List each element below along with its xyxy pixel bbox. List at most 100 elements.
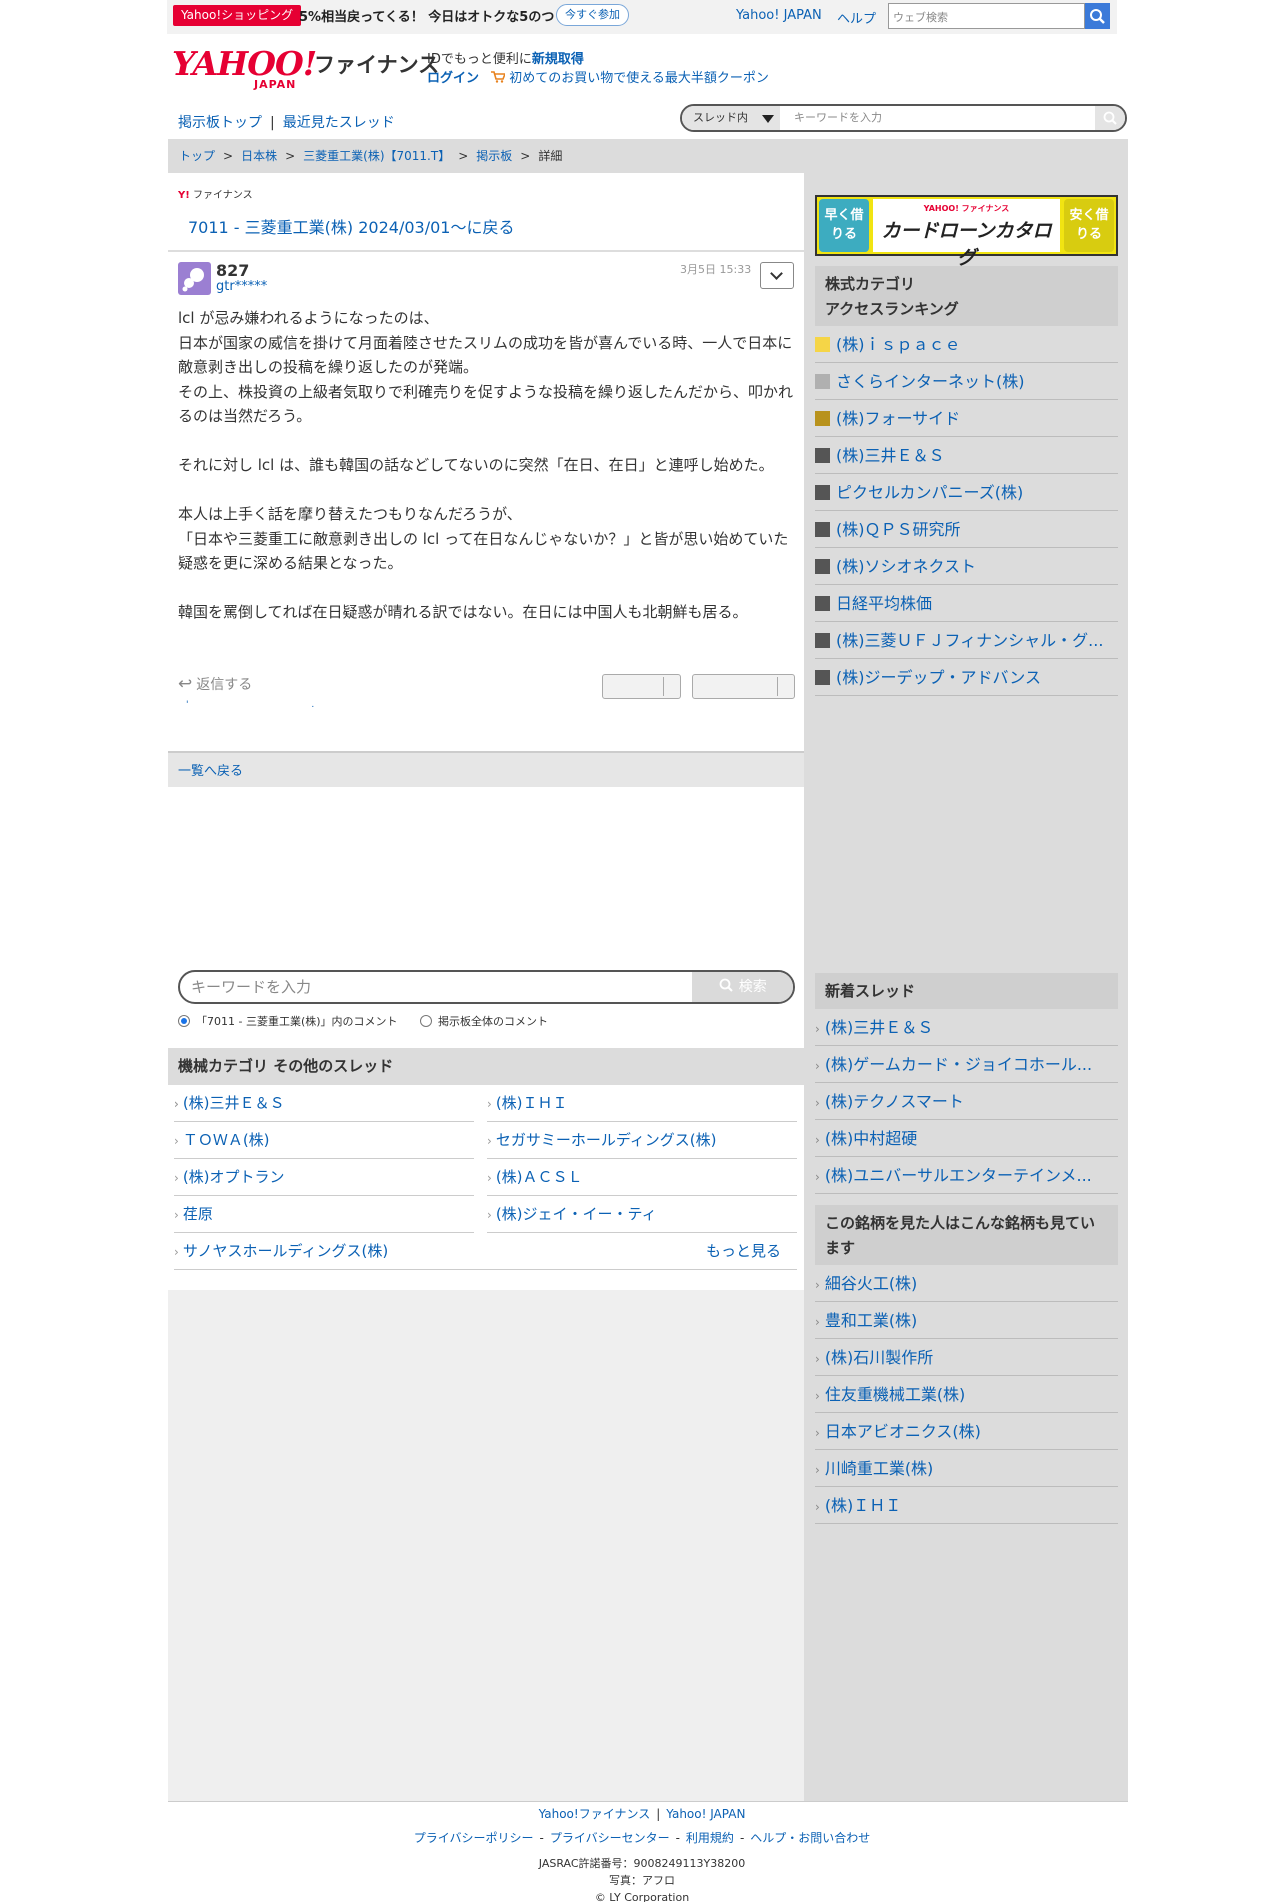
ranking-item[interactable]: (株)三井Ｅ＆Ｓ (815, 437, 1118, 474)
thread-search-input[interactable]: キーワードを入力 (794, 106, 882, 130)
footer-finance-link[interactable]: Yahoo!ファイナンス (539, 1807, 651, 1821)
radio-unchecked[interactable] (420, 1015, 432, 1027)
thread-search-button[interactable] (1095, 106, 1125, 130)
list-item-label: (株)ソシオネクスト (836, 557, 977, 576)
list-item-label: (株)ゲームカード・ジョイコホール... (824, 1055, 1093, 1074)
chevron-down-icon (770, 267, 783, 280)
list-item-label: (株)ＱＰＳ研究所 (836, 520, 961, 539)
keyword-search-box: キーワードを入力 検索 (178, 970, 795, 1004)
also-item[interactable]: 日本アビオニクス(株) (815, 1413, 1118, 1450)
also-item[interactable]: 豊和工業(株) (815, 1302, 1118, 1339)
privacy-policy-link[interactable]: プライバシーポリシー (414, 1831, 534, 1845)
avatar (178, 262, 211, 295)
rank-marker-icon (815, 337, 830, 352)
breadcrumb-board[interactable]: 掲示板 (476, 149, 512, 163)
ranking-item[interactable]: (株)フォーサイド (815, 400, 1118, 437)
promo-text[interactable]: 5%相当戻ってくる！ 今日はオトクな5のつく日 (299, 6, 580, 25)
also-item[interactable]: (株)ＩＨＩ (815, 1487, 1118, 1524)
keyword-search-input[interactable]: キーワードを入力 (191, 972, 311, 1002)
other-thread-item[interactable]: (株)ＡＣＳＬ (487, 1159, 797, 1196)
list-item-label: 日経平均株価 (836, 594, 933, 613)
photo-credit: 写真：アフロ (609, 1874, 675, 1887)
rank-marker-icon (815, 374, 830, 389)
service-name[interactable]: ファイナンス (314, 49, 439, 79)
more-threads-link[interactable]: もっと見る (706, 1233, 781, 1270)
list-item-label: (株)ジーデップ・アドバンス (836, 668, 1041, 687)
ranking-item[interactable]: 日経平均株価 (815, 585, 1118, 622)
other-thread-item[interactable]: セガサミーホールディングス(株) (487, 1122, 797, 1159)
search-icon (1090, 9, 1105, 24)
board-top-link[interactable]: 掲示板トップ (178, 115, 262, 131)
other-thread-item[interactable]: (株)オプトラン (174, 1159, 474, 1196)
ranking-item[interactable]: (株)ＱＰＳ研究所 (815, 511, 1118, 548)
id-promo: IDでもっと便利に新規取得 (427, 48, 584, 67)
list-item-label: (株)ＩＨＩ (824, 1496, 902, 1515)
card-loan-banner[interactable]: 早く借りる YAHOO! ファイナンス カードローンカタログ 安く借りる (815, 195, 1118, 269)
back-list-bar (168, 751, 804, 787)
also-item[interactable]: (株)石川製作所 (815, 1339, 1118, 1376)
breadcrumb-top[interactable]: トップ (179, 149, 215, 163)
rank-marker-icon (815, 448, 830, 463)
promo-join-button[interactable]: 今すぐ参加 (556, 4, 629, 26)
like-button[interactable] (602, 674, 681, 699)
post-menu-button[interactable] (760, 262, 794, 289)
list-item-label: (株)テクノスマート (824, 1092, 964, 1111)
keyword-search-button[interactable]: 検索 (692, 972, 793, 1002)
back-to-list-link[interactable]: 一覧へ戻る (178, 760, 243, 779)
also-item[interactable]: 細谷火工(株) (815, 1265, 1118, 1302)
new-item[interactable]: (株)中村超硬 (815, 1120, 1118, 1157)
yahoo-logo[interactable]: YAHOO! JAPAN (172, 44, 317, 92)
ranking-item[interactable]: (株)ｉｓｐａｃｅ (815, 326, 1118, 363)
logo-text: YAHOO! (172, 44, 317, 83)
coupon-link[interactable]: 初めてのお買い物で使える最大半額クーポン (509, 71, 769, 86)
yahoo-japan-link[interactable]: Yahoo! JAPAN (736, 8, 822, 23)
also-item[interactable]: 川崎重工業(株) (815, 1450, 1118, 1487)
signup-link[interactable]: 新規取得 (532, 52, 584, 67)
radio-checked[interactable] (178, 1015, 190, 1027)
footer-divider (168, 1801, 1128, 1802)
ranking-item[interactable]: さくらインターネット(株) (815, 363, 1118, 400)
new-item[interactable]: (株)三井Ｅ＆Ｓ (815, 1009, 1118, 1046)
banner-sub: YAHOO! ファイナンス (923, 204, 1010, 213)
post-body: lcl が忌み嫌われるようになったのは、 日本が国家の威信を掛けて月面着陸させた… (178, 306, 798, 649)
other-thread-item[interactable]: (株)ジェイ・イー・ティ (487, 1196, 797, 1233)
login-link[interactable]: ログイン (427, 71, 479, 86)
new-item[interactable]: (株)ゲームカード・ジョイコホール... (815, 1046, 1118, 1083)
web-search-button[interactable] (1085, 3, 1110, 29)
thread-search-box: スレッド内 キーワードを入力 (680, 104, 1127, 132)
ranking-item[interactable]: ピクセルカンパニーズ(株) (815, 474, 1118, 511)
web-search-input[interactable]: ウェブ検索 (888, 3, 1085, 29)
back-to-thread-link[interactable]: 7011 - 三菱重工業(株) 2024/03/01〜に戻る (188, 214, 514, 238)
breadcrumb-stock[interactable]: 三菱重工業(株)【7011.T】 (303, 149, 450, 163)
ranking-item[interactable]: (株)ジーデップ・アドバンス (815, 659, 1118, 696)
privacy-center-link[interactable]: プライバシーセンター (550, 1831, 670, 1845)
help-link[interactable]: ヘルプ (837, 8, 876, 27)
ranking-item[interactable]: (株)三菱ＵＦＪフィナンシャル・グ... (815, 622, 1118, 659)
other-thread-item[interactable]: ＴＯＷＡ(株) (174, 1122, 474, 1159)
post-paragraph: 韓国を罵倒してれば在日疑惑が晴れる訳ではない。在日には中国人も北朝鮮も居る。 (178, 603, 748, 621)
ranking-item[interactable]: (株)ソシオネクスト (815, 548, 1118, 585)
terms-link[interactable]: 利用規約 (686, 1831, 734, 1845)
breadcrumb-japan-stocks[interactable]: 日本株 (241, 149, 277, 163)
footer-yahoo-link[interactable]: Yahoo! JAPAN (666, 1807, 745, 1821)
other-thread-item[interactable]: 荏原 (174, 1196, 474, 1233)
radio-all-comments[interactable]: 掲示板全体のコメント (420, 1013, 548, 1029)
logo-japan: JAPAN (254, 78, 297, 91)
breadcrumb: トップ > 日本株 > 三菱重工業(株)【7011.T】 > 掲示板 > 詳細 (168, 139, 1128, 173)
radio-thread-comments[interactable]: 「7011 - 三菱重工業(株)」内のコメント (178, 1013, 398, 1029)
shopping-badge[interactable]: Yahoo!ショッピング (173, 5, 302, 26)
list-item-label: (株)ユニバーサルエンターテインメ... (824, 1166, 1092, 1185)
new-item[interactable]: (株)テクノスマート (815, 1083, 1118, 1120)
search-scope-select[interactable]: スレッド内 (682, 106, 780, 130)
help-contact-link[interactable]: ヘルプ・お問い合わせ (750, 1831, 870, 1845)
other-thread-item[interactable]: サノヤスホールディングス(株) (174, 1233, 797, 1270)
post-username[interactable]: gtr***** (216, 279, 267, 294)
banner-left-badge: 早く借りる (819, 199, 869, 252)
other-thread-item[interactable]: (株)ＩＨＩ (487, 1085, 797, 1122)
new-item[interactable]: (株)ユニバーサルエンターテインメ... (815, 1157, 1118, 1194)
recent-threads-link[interactable]: 最近見たスレッド (283, 115, 395, 131)
list-item-label: (株)ｉｓｐａｃｅ (836, 335, 961, 354)
reply-button[interactable]: 返信する (178, 674, 252, 694)
also-item[interactable]: 住友重機械工業(株) (815, 1376, 1118, 1413)
dislike-button[interactable] (692, 674, 795, 699)
